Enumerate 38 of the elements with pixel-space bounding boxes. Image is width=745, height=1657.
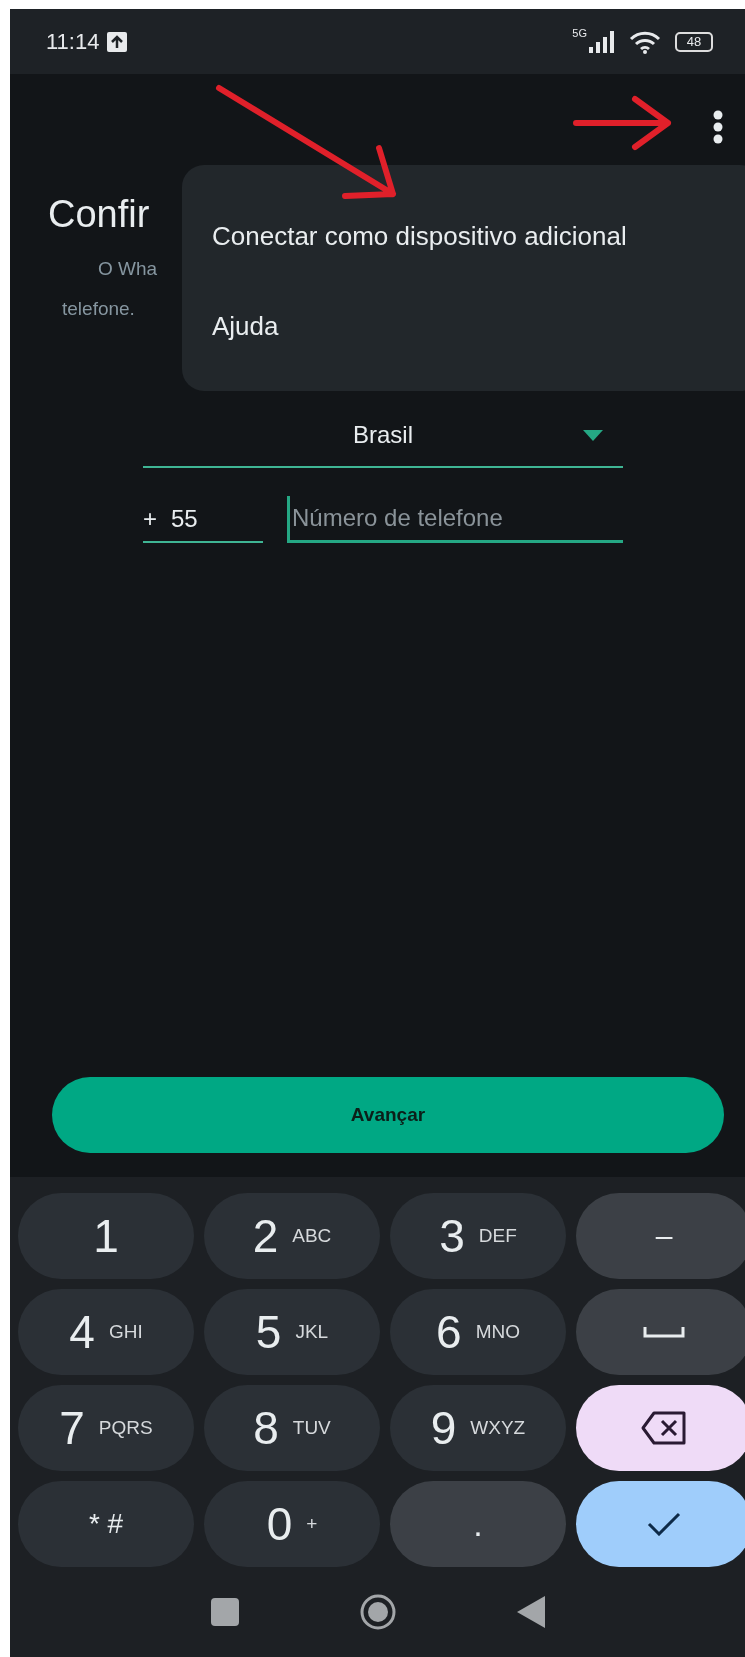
keypad-key[interactable]: .	[390, 1481, 566, 1567]
upload-icon	[107, 31, 128, 52]
keypad-key[interactable]: 1	[18, 1193, 194, 1279]
done-key[interactable]	[576, 1481, 745, 1567]
keypad-key[interactable]: 7 PQRS	[18, 1385, 194, 1471]
wifi-icon	[629, 29, 661, 54]
keypad-key[interactable]: 8 TUV	[204, 1385, 380, 1471]
keypad-key[interactable]: 6 MNO	[390, 1289, 566, 1375]
recent-apps-icon[interactable]	[210, 1598, 239, 1626]
menu-item[interactable]: Ajuda	[182, 281, 745, 371]
keypad-key[interactable]: 5 JKL	[204, 1289, 380, 1375]
phone-number-field[interactable]: Número de telefone	[287, 496, 623, 543]
country-dropdown[interactable]: Brasil	[143, 404, 623, 468]
keypad-key[interactable]: –	[576, 1193, 745, 1279]
menu-item[interactable]: Conectar como dispositivo adicional	[182, 191, 745, 281]
backspace-key[interactable]	[576, 1385, 745, 1471]
back-icon[interactable]	[516, 1596, 545, 1628]
keypad-key[interactable]: 0 +	[204, 1481, 380, 1567]
signal-icon	[589, 30, 615, 53]
battery-level: 48	[675, 31, 713, 52]
keypad-key[interactable]: 4 GHI	[18, 1289, 194, 1375]
check-icon	[647, 1512, 681, 1536]
network-type: 5G	[572, 27, 587, 39]
page-title: Confir	[48, 192, 150, 236]
description-text: O Wha	[98, 258, 158, 279]
keypad-key[interactable]: 2 ABC	[204, 1193, 380, 1279]
space-icon	[643, 1325, 685, 1339]
description-text: telefone.	[62, 298, 135, 319]
keypad-key[interactable]: 3 DEF	[390, 1193, 566, 1279]
more-options-icon[interactable]	[713, 109, 723, 144]
backspace-icon	[640, 1410, 688, 1446]
keypad-key[interactable]: * #	[18, 1481, 194, 1567]
country-code-field[interactable]: + 55	[143, 497, 263, 543]
status-time: 11:14	[46, 28, 100, 55]
keypad-key[interactable]: 9 WXYZ	[390, 1385, 566, 1471]
home-icon[interactable]	[358, 1593, 397, 1631]
next-button[interactable]: Avançar	[52, 1077, 724, 1153]
dropdown-caret-icon	[583, 430, 603, 442]
